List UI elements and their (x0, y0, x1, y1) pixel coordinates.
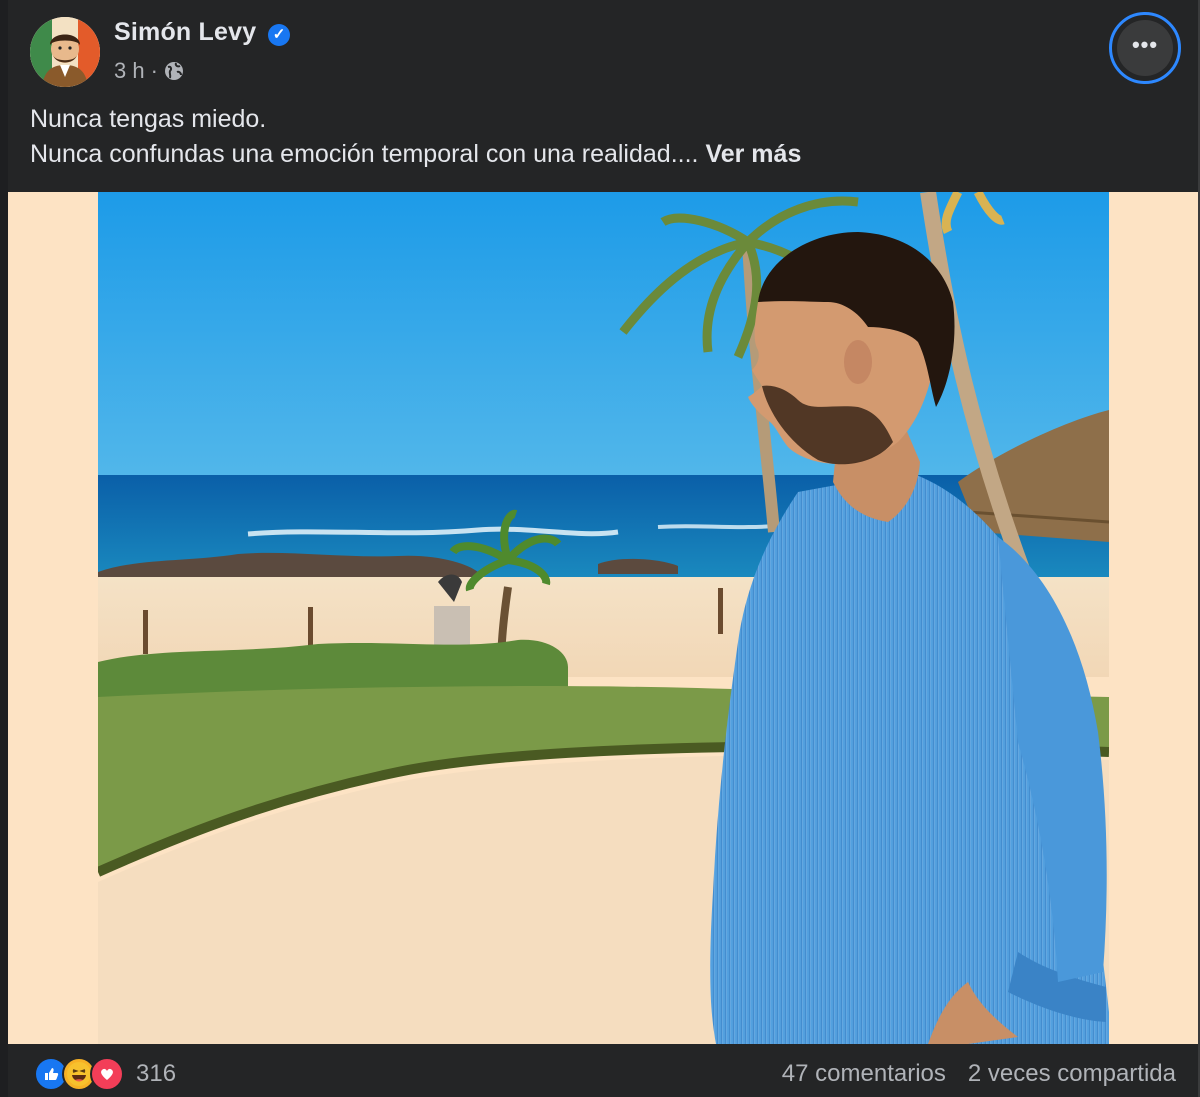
post-footer: 316 47 comentarios 2 veces compartida (8, 1044, 1198, 1097)
facebook-post: Simón Levy ✓ 3 h · ••• Nunca tengas mied… (0, 0, 1200, 1097)
comments-link[interactable]: 47 comentarios (782, 1060, 946, 1088)
post-photo-container[interactable] (8, 192, 1198, 1044)
author-name[interactable]: Simón Levy (114, 18, 256, 47)
post-meta: 3 h · (114, 58, 184, 84)
author-avatar[interactable] (30, 17, 100, 87)
post-photo[interactable] (98, 192, 1109, 1044)
reaction-count: 316 (136, 1060, 177, 1087)
post-text-line-1: Nunca tengas miedo. (30, 105, 267, 133)
post-text-line-2-content: Nunca confundas una emoción temporal con… (30, 140, 699, 168)
see-more-link[interactable]: Ver más (705, 140, 801, 168)
post-options-button[interactable]: ••• (1109, 12, 1181, 84)
post-text: Nunca tengas miedo. Nunca confundas una … (30, 102, 801, 172)
more-dots-icon: ••• (1117, 20, 1173, 76)
verified-badge-icon: ✓ (268, 24, 290, 46)
love-icon (90, 1057, 124, 1091)
reactions-summary[interactable]: 316 (34, 1057, 177, 1091)
globe-icon (164, 61, 184, 81)
post-text-line-2: Nunca confundas una emoción temporal con… (30, 137, 801, 172)
post-stats: 47 comentarios 2 veces compartida (782, 1060, 1176, 1088)
meta-separator: · (150, 58, 158, 83)
post-left-edge (0, 0, 8, 1097)
post-timestamp[interactable]: 3 h (114, 58, 145, 84)
shares-link[interactable]: 2 veces compartida (968, 1060, 1176, 1088)
